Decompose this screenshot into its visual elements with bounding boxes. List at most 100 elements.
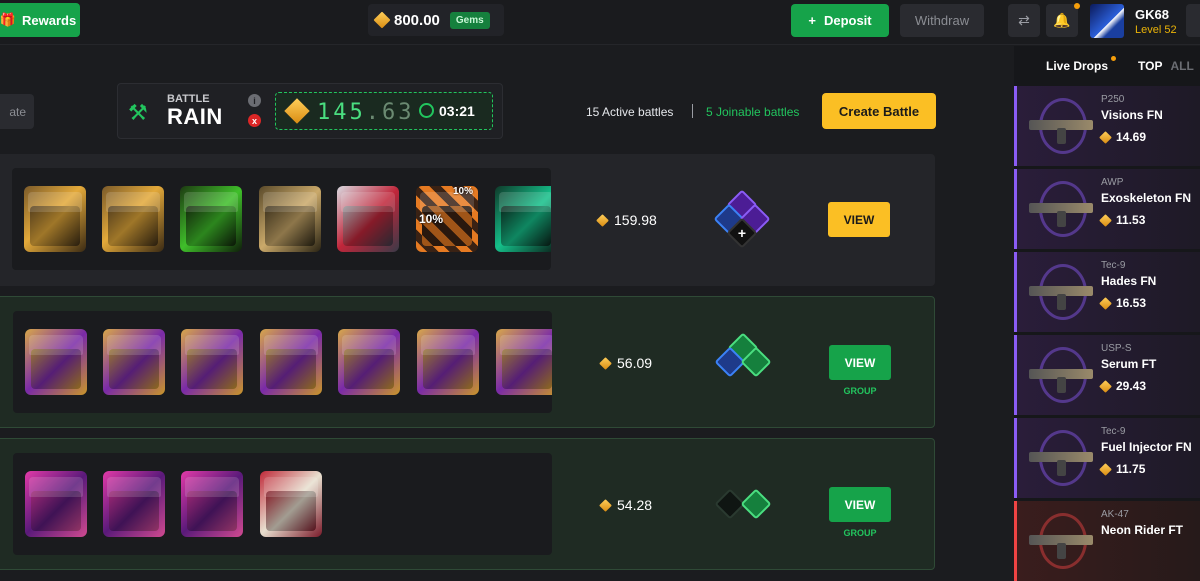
rewards-label: Rewards (21, 12, 77, 28)
gem-icon (596, 213, 609, 227)
timer-icon (419, 103, 434, 118)
battle-price: 54.28 (599, 497, 652, 513)
case-image (337, 186, 399, 252)
battle-cases (13, 453, 552, 555)
rain-big-label: RAIN (167, 104, 223, 129)
case-image (103, 329, 165, 395)
drop-price-value: 11.75 (1116, 462, 1146, 476)
case-image (180, 186, 242, 252)
drop-weapon-type: Tec-9 (1101, 260, 1126, 271)
drop-skin-name: Visions FN (1101, 108, 1163, 122)
drop-item[interactable]: AWP Exoskeleton FN 11.53 (1014, 169, 1200, 249)
drop-skin-name: Exoskeleton FN (1101, 191, 1192, 205)
drop-price: 16.53 (1099, 296, 1147, 310)
rain-amount-int: 145 (317, 100, 366, 125)
drop-item[interactable]: P250 Visions FN 14.69 (1014, 86, 1200, 166)
battle-row[interactable]: 54.28 VIEW GROUP (0, 438, 935, 570)
rewards-button[interactable]: 🎁 Rewards (0, 3, 80, 37)
withdraw-button[interactable]: Withdraw (900, 4, 984, 37)
gem-icon (1099, 379, 1112, 393)
swap-icon: ⇄ (1018, 12, 1030, 28)
create-battle-button[interactable]: Create Battle (822, 93, 936, 129)
private-battles-button[interactable]: ate (0, 94, 34, 129)
battle-price: 56.09 (599, 355, 653, 371)
battle-price: 159.98 (596, 212, 657, 228)
divider (692, 104, 693, 118)
case-badge: 10% (453, 186, 474, 197)
case-image (260, 471, 322, 537)
balance-unit-badge: Gems (449, 11, 490, 29)
drop-item[interactable]: Tec-9 Hades FN 16.53 (1014, 252, 1200, 332)
player-slot (740, 488, 772, 520)
case-image (102, 186, 164, 252)
info-icon[interactable]: i (248, 94, 261, 107)
drop-price-value: 14.69 (1116, 130, 1147, 144)
group-label: GROUP (843, 386, 877, 396)
battle-rain-panel: ⚒ BATTLE RAIN i x 145.63 03:21 (117, 83, 503, 139)
drop-price: 11.53 (1099, 213, 1146, 227)
battle-row[interactable]: 56.09 VIEW GROUP (0, 296, 935, 428)
drop-item[interactable]: Tec-9 Fuel Injector FN 11.75 (1014, 418, 1200, 498)
battle-price-value: 56.09 (617, 355, 653, 371)
case-image (495, 186, 551, 252)
group-label: GROUP (843, 528, 877, 538)
live-drops-sidebar: Live Drops TOP ALL P250 Visions FN 14.69… (1014, 46, 1200, 581)
balance-value: 800.00 (394, 11, 440, 29)
drop-skin-name: Serum FT (1101, 357, 1157, 371)
rain-timer: 03:21 (439, 103, 475, 119)
joinable-battles-count: 5 Joinable battles (706, 105, 800, 119)
view-battle-button[interactable]: VIEW (829, 487, 891, 522)
case-image (496, 329, 552, 395)
live-dot (1111, 56, 1117, 61)
user-name: GK68 (1135, 7, 1169, 22)
gift-icon: 🎁 (0, 12, 16, 27)
menu-button[interactable] (1186, 4, 1200, 37)
drop-item[interactable]: AK-47 Neon Rider FT (1014, 501, 1200, 581)
view-battle-button[interactable]: VIEW (828, 202, 890, 237)
case-badge: 10% (419, 212, 444, 226)
case-image (259, 186, 321, 252)
drop-skin-name: Neon Rider FT (1101, 523, 1184, 537)
drop-weapon-type: Tec-9 (1101, 426, 1126, 437)
drop-price-value: 16.53 (1116, 296, 1147, 310)
join-slot-icon[interactable]: + (731, 222, 753, 244)
gem-icon (1099, 296, 1112, 310)
drop-price-value: 11.53 (1116, 213, 1146, 227)
swap-button[interactable]: ⇄ (1008, 4, 1040, 37)
tab-live-label: Live Drops (1046, 59, 1109, 73)
avatar[interactable] (1090, 4, 1124, 38)
battle-cases: 10% 10% (12, 168, 551, 270)
weapon-image (1027, 426, 1097, 490)
rain-amount: 145.63 (317, 100, 415, 125)
deposit-label: Deposit (823, 13, 872, 28)
tab-top[interactable]: TOP (1138, 59, 1162, 73)
drop-weapon-type: P250 (1101, 94, 1125, 105)
gem-icon (1099, 130, 1112, 144)
active-battles-count: 15 Active battles (586, 105, 674, 119)
notifications-button[interactable]: 🔔 (1046, 3, 1080, 37)
notification-dot (1074, 3, 1080, 9)
drop-price: 11.75 (1099, 462, 1146, 476)
drop-item[interactable]: USP-S Serum FT 29.43 (1014, 335, 1200, 415)
tab-all[interactable]: ALL (1170, 59, 1193, 73)
case-image (181, 471, 243, 537)
battle-row[interactable]: 10% 10% 159.98 + VIEW (0, 154, 935, 286)
view-battle-button[interactable]: VIEW (829, 345, 891, 380)
drop-skin-name: Fuel Injector FN (1101, 440, 1192, 454)
tab-live-drops[interactable]: Live Drops (1046, 56, 1117, 73)
drop-price-value: 29.43 (1116, 379, 1147, 393)
case-image (181, 329, 243, 395)
gem-icon (1099, 213, 1112, 227)
gem-icon (599, 498, 612, 512)
drop-weapon-type: USP-S (1101, 343, 1132, 354)
case-image (260, 329, 322, 395)
battle-players (713, 477, 773, 533)
gem-icon (1099, 462, 1112, 476)
weapon-image (1027, 260, 1097, 324)
rain-pot: 145.63 03:21 (275, 92, 493, 130)
weapon-image (1027, 509, 1097, 573)
gem-icon (373, 11, 391, 29)
close-icon[interactable]: x (248, 114, 261, 127)
case-image (338, 329, 400, 395)
deposit-button[interactable]: + Deposit (791, 4, 889, 37)
